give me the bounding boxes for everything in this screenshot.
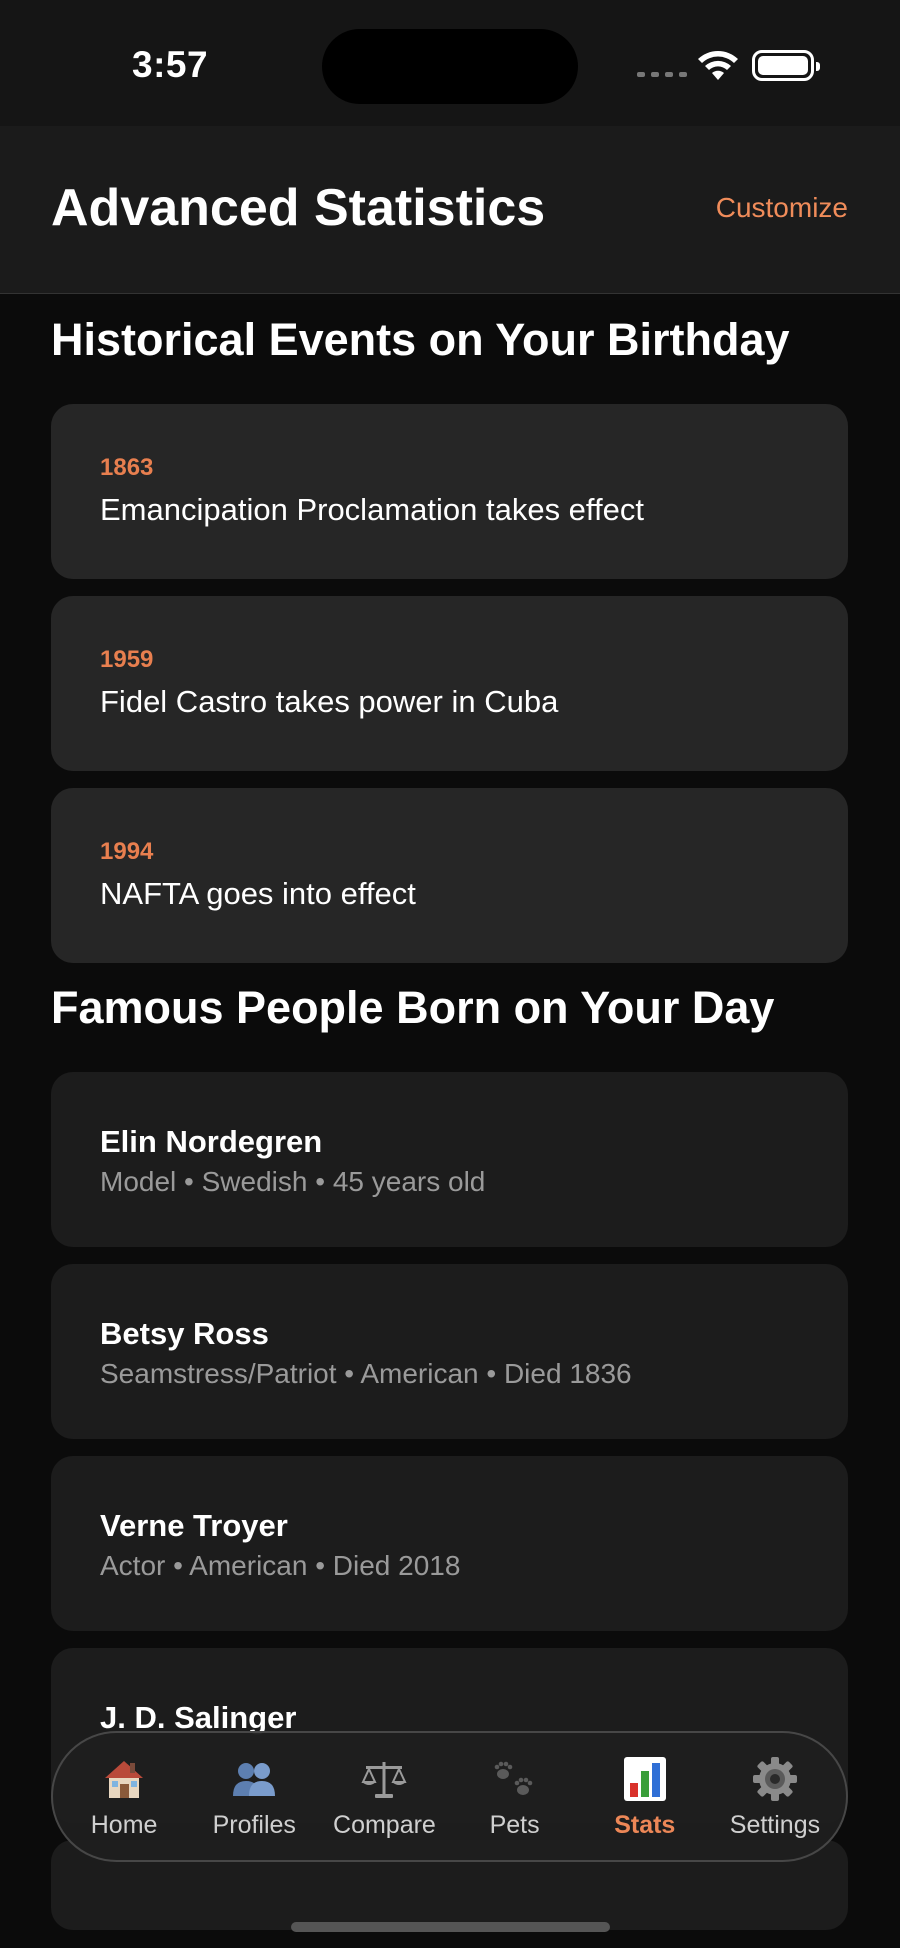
people-icon [230, 1753, 278, 1805]
cellular-signal-icon [637, 72, 687, 77]
status-bar: 3:57 [0, 0, 900, 126]
historical-events-heading: Historical Events on Your Birthday [51, 314, 790, 365]
person-name: Betsy Ross [100, 1316, 269, 1351]
person-name: Elin Nordegren [100, 1124, 323, 1159]
stats-content[interactable]: Historical Events on Your Birthday 1863 … [0, 294, 900, 1948]
paw-prints-icon [491, 1753, 539, 1805]
event-description: Fidel Castro takes power in Cuba [100, 684, 559, 719]
tab-home[interactable]: Home [59, 1733, 189, 1860]
event-description: Emancipation Proclamation takes effect [100, 492, 644, 527]
tab-label: Profiles [212, 1811, 296, 1839]
dynamic-island [322, 29, 578, 104]
person-card[interactable]: Verne Troyer Actor • American • Died 201… [51, 1456, 848, 1631]
battery-icon [752, 50, 820, 81]
bar-chart-icon [622, 1753, 668, 1805]
navigation-header: Advanced Statistics Customize [0, 126, 900, 294]
person-card[interactable]: Elin Nordegren Model • Swedish • 45 year… [51, 1072, 848, 1247]
person-details: Seamstress/Patriot • American • Died 183… [100, 1358, 632, 1389]
scales-icon [360, 1753, 408, 1805]
event-card[interactable]: 1959 Fidel Castro takes power in Cuba [51, 596, 848, 771]
person-name: Verne Troyer [100, 1508, 288, 1543]
tab-label: Stats [614, 1811, 676, 1839]
person-details: Actor • American • Died 2018 [100, 1550, 461, 1581]
tab-compare[interactable]: Compare [319, 1733, 449, 1860]
tab-label: Pets [489, 1811, 540, 1839]
status-time: 3:57 [132, 44, 209, 85]
event-card[interactable]: 1994 NAFTA goes into effect [51, 788, 848, 963]
event-card[interactable]: 1863 Emancipation Proclamation takes eff… [51, 404, 848, 579]
wifi-icon [698, 51, 738, 80]
customize-button[interactable]: Customize [716, 192, 848, 224]
tab-label: Compare [333, 1811, 436, 1839]
person-details: Model • Swedish • 45 years old [100, 1166, 486, 1197]
event-year: 1863 [100, 454, 154, 481]
home-indicator[interactable] [291, 1922, 610, 1932]
gear-icon [751, 1753, 799, 1805]
tab-pets[interactable]: Pets [450, 1733, 580, 1860]
famous-people-heading: Famous People Born on Your Day [51, 982, 775, 1033]
tab-bar: Home Profiles Compare Pets Stats Setting… [51, 1731, 848, 1862]
page-title: Advanced Statistics [51, 179, 546, 237]
tab-label: Home [90, 1811, 158, 1839]
tab-settings[interactable]: Settings [710, 1733, 840, 1860]
person-card[interactable]: Betsy Ross Seamstress/Patriot • American… [51, 1264, 848, 1439]
event-description: NAFTA goes into effect [100, 876, 416, 911]
tab-label: Settings [729, 1811, 821, 1839]
event-year: 1959 [100, 646, 154, 673]
tab-profiles[interactable]: Profiles [189, 1733, 319, 1860]
event-year: 1994 [100, 838, 154, 865]
house-icon [101, 1753, 147, 1805]
tab-stats[interactable]: Stats [580, 1733, 710, 1860]
